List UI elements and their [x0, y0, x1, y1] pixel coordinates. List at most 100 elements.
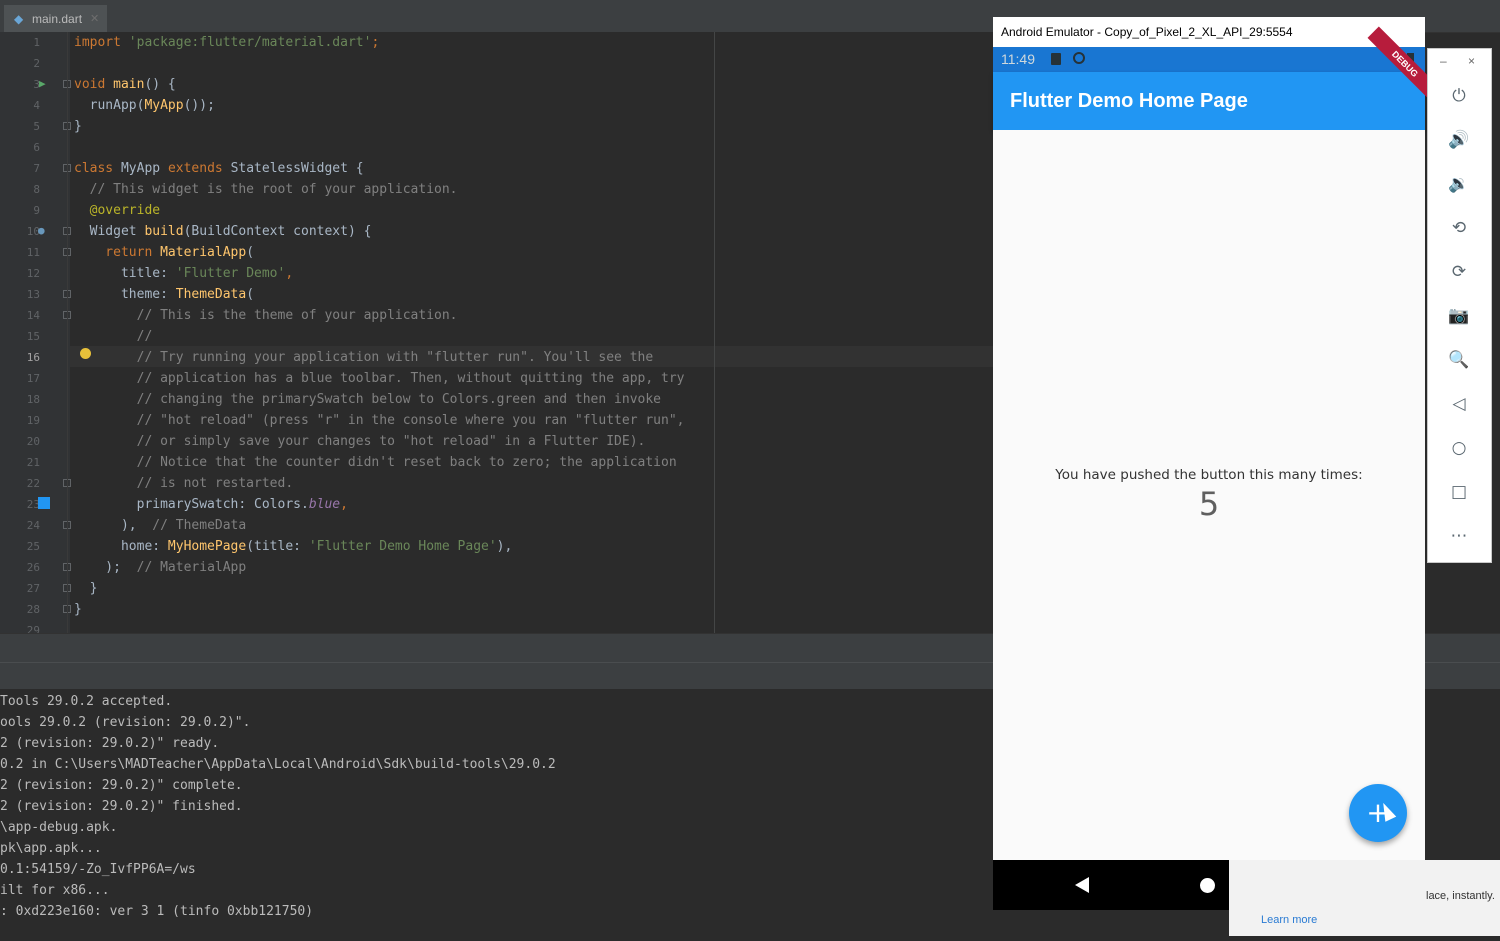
notification-toast: lace, instantly. Learn more [1229, 860, 1500, 936]
back-icon[interactable]: ◁ [1448, 393, 1470, 415]
line-number-gutter: 1 2 3 4 5 6 7 8 9 10 11 12 13 14 15 16 17 18 19 20 21 22 23 24 2… [0, 32, 71, 633]
dart-file-icon: ◆ [14, 11, 24, 26]
code-line[interactable]: // application has a blue toolbar. Then,… [74, 368, 685, 389]
android-status-bar: 11:49 ▼ [993, 47, 1425, 72]
zoom-icon[interactable]: 🔍 [1448, 349, 1470, 371]
code-line[interactable]: title: 'Flutter Demo', [74, 263, 293, 284]
line-number: 7 [33, 162, 40, 175]
run-icon[interactable]: ▶ [39, 77, 46, 90]
app-bar: Flutter Demo Home Page [993, 72, 1425, 130]
line-number: 18 [26, 393, 40, 406]
increment-fab-button[interactable]: + [1349, 784, 1407, 842]
code-line[interactable]: return MaterialApp( [74, 242, 254, 263]
nav-back-icon[interactable] [1075, 877, 1089, 893]
line-number: 3 [33, 78, 40, 91]
line-number: 2 [33, 57, 40, 70]
power-icon[interactable]: ⏻ [1448, 85, 1470, 107]
code-line[interactable]: // [74, 326, 153, 347]
tab-label: main.dart [32, 11, 83, 26]
console-line: : 0xd223e160: ver 3 1 (tinfo 0xbb121750) [0, 904, 314, 919]
console-line: ools 29.0.2 (revision: 29.0.2)". [0, 715, 251, 730]
code-line[interactable]: // changing the primarySwatch below to C… [74, 389, 661, 410]
code-line[interactable]: void main() { [74, 74, 176, 95]
code-line[interactable]: } [74, 578, 98, 599]
line-number: 20 [26, 435, 40, 448]
right-margin-guide [714, 32, 715, 633]
code-line[interactable]: // "hot reload" (press "r" in the consol… [74, 410, 685, 431]
code-line[interactable]: import 'package:flutter/material.dart'; [74, 32, 379, 53]
line-number: 28 [26, 603, 40, 616]
line-number: 5 [33, 120, 40, 133]
close-icon[interactable]: ✕ [90, 12, 99, 25]
emulator-window-title: Android Emulator - Copy_of_Pixel_2_XL_AP… [993, 17, 1425, 47]
lightbulb-icon[interactable] [80, 348, 91, 359]
camera-icon[interactable]: 📷 [1448, 305, 1470, 327]
code-line[interactable]: ), // ThemeData [74, 515, 246, 536]
code-line[interactable]: // Try running your application with "fl… [74, 347, 654, 368]
console-line: 0.1:54159/-Zo_IvfPP6A=/ws [0, 862, 196, 877]
line-number: 11 [26, 246, 40, 259]
override-icon[interactable]: ● [38, 224, 45, 237]
code-line[interactable]: // This widget is the root of your appli… [74, 179, 458, 200]
code-line[interactable]: home: MyHomePage(title: 'Flutter Demo Ho… [74, 536, 512, 557]
code-line[interactable]: class MyApp extends StatelessWidget { [74, 158, 364, 179]
nav-home-icon[interactable] [1200, 878, 1215, 893]
volume-up-icon[interactable]: 🔊 [1448, 129, 1470, 151]
line-number: 9 [33, 204, 40, 217]
line-number: 23 [26, 498, 40, 511]
line-number: 16 [26, 351, 40, 364]
rotate-left-icon[interactable]: ⟲ [1448, 217, 1470, 239]
code-line[interactable]: // This is the theme of your application… [74, 305, 458, 326]
learn-more-link[interactable]: Learn more [1261, 914, 1317, 926]
code-line[interactable]: ); // MaterialApp [74, 557, 246, 578]
code-line[interactable]: @override [74, 200, 160, 221]
line-number: 1 [33, 36, 40, 49]
code-editor[interactable]: 1 2 3 4 5 6 7 8 9 10 11 12 13 14 15 16 17 18 19 20 21 22 23 24 2… [0, 32, 993, 633]
code-line[interactable]: runApp(MyApp()); [74, 95, 215, 116]
line-number: 14 [26, 309, 40, 322]
color-swatch-icon[interactable] [38, 497, 50, 509]
line-number: 13 [26, 288, 40, 301]
code-line[interactable]: } [74, 116, 82, 137]
code-line[interactable]: // Notice that the counter didn't reset … [74, 452, 677, 473]
app-bar-title: Flutter Demo Home Page [1010, 90, 1248, 112]
line-number: 15 [26, 330, 40, 343]
sync-icon [1073, 52, 1085, 64]
console-line: 2 (revision: 29.0.2)" complete. [0, 778, 243, 793]
line-number: 12 [26, 267, 40, 280]
code-line[interactable]: theme: ThemeData( [74, 284, 254, 305]
minimize-button[interactable]: – [1440, 54, 1447, 68]
line-number: 27 [26, 582, 40, 595]
app-body: You have pushed the button this many tim… [993, 130, 1425, 860]
more-icon[interactable]: ⋯ [1448, 525, 1470, 547]
console-line: 0.2 in C:\Users\MADTeacher\AppData\Local… [0, 757, 556, 772]
rotate-right-icon[interactable]: ⟳ [1448, 261, 1470, 283]
code-line[interactable]: primarySwatch: Colors.blue, [74, 494, 348, 515]
line-number: 17 [26, 372, 40, 385]
close-button[interactable]: × [1468, 54, 1475, 68]
code-line[interactable]: Widget build(BuildContext context) { [74, 221, 372, 242]
line-number: 26 [26, 561, 40, 574]
emulator-title-text: Android Emulator - Copy_of_Pixel_2_XL_AP… [1001, 25, 1293, 39]
line-number: 8 [33, 183, 40, 196]
console-line: \app-debug.apk. [0, 820, 118, 835]
status-time: 11:49 [1001, 51, 1035, 67]
run-console[interactable]: Tools 29.0.2 accepted. ools 29.0.2 (revis… [0, 689, 993, 941]
code-line[interactable]: } [74, 599, 82, 620]
code-line[interactable]: // or simply save your changes to "hot r… [74, 431, 646, 452]
counter-value: 5 [1198, 485, 1220, 523]
console-line: Tools 29.0.2 accepted. [0, 694, 173, 709]
console-line: 2 (revision: 29.0.2)" finished. [0, 799, 243, 814]
home-icon[interactable]: ○ [1448, 437, 1470, 459]
line-number: 6 [33, 141, 40, 154]
volume-down-icon[interactable]: 🔉 [1448, 173, 1470, 195]
line-number: 4 [33, 99, 40, 112]
line-number: 24 [26, 519, 40, 532]
gutter-divider [67, 32, 68, 633]
tab-main-dart[interactable]: ◆ main.dart ✕ [4, 5, 107, 32]
counter-label: You have pushed the button this many tim… [1055, 467, 1363, 483]
code-line[interactable]: // is not restarted. [74, 473, 294, 494]
line-number: 29 [26, 624, 40, 633]
overview-icon[interactable]: □ [1448, 481, 1470, 503]
line-number: 21 [26, 456, 40, 469]
